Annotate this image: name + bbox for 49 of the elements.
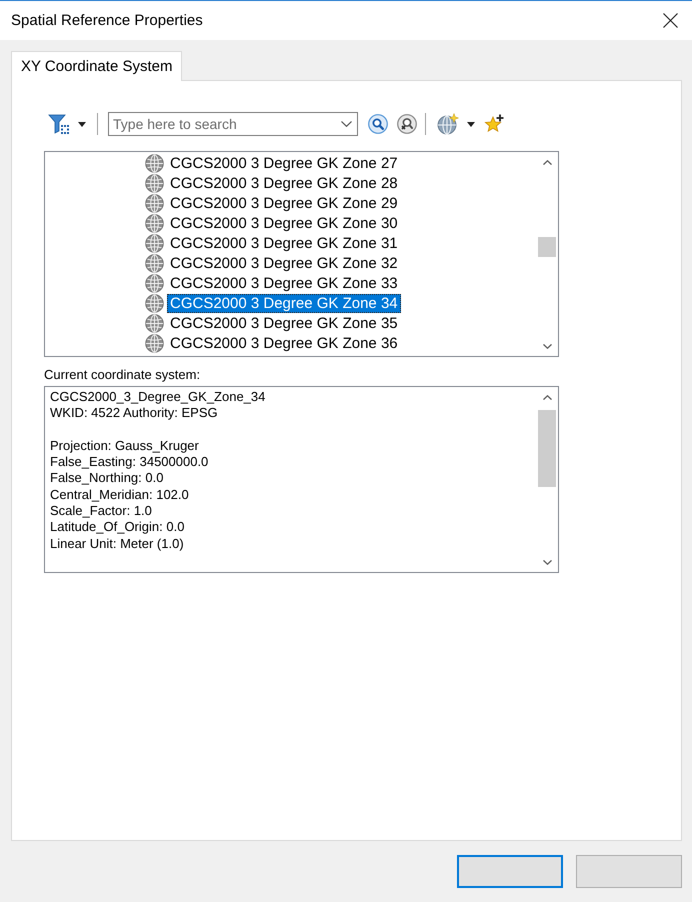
dialog-button[interactable] — [457, 855, 563, 888]
globe-icon[interactable] — [437, 113, 459, 135]
tab[interactable]: XY Coordinate System — [11, 51, 182, 81]
list-item[interactable]: CGCS2000 3 Degree GK Zone 27 — [167, 154, 401, 172]
globe-icon — [145, 274, 164, 292]
list-item[interactable]: CGCS2000 3 Degree GK Zone 33 — [167, 274, 401, 292]
list-item[interactable]: CGCS2000 3 Degree GK Zone 30 — [167, 214, 401, 232]
globe-icon — [145, 214, 164, 232]
filter-icon[interactable] — [48, 113, 70, 135]
star-icon[interactable] — [484, 114, 504, 134]
window-title: Spatial Reference Properties — [11, 12, 203, 29]
caret-icon[interactable] — [78, 122, 86, 126]
details-line: False_Easting: 34500000.0 — [50, 454, 208, 470]
details-line: WKID: 4522 Authority: EPSG — [50, 405, 218, 422]
globe-icon — [145, 154, 164, 172]
details-line: False_Northing: 0.0 — [50, 470, 164, 487]
details-line: Linear Unit: Meter (1.0) — [50, 536, 184, 552]
chevron-down-icon[interactable] — [341, 121, 352, 127]
scroll-thumb[interactable] — [538, 237, 556, 257]
section-label: Current coordinate system: — [44, 367, 200, 383]
scroll-thumb[interactable] — [538, 410, 556, 487]
caret-icon[interactable] — [467, 122, 475, 126]
globe-icon — [145, 294, 164, 312]
globe-icon — [145, 334, 164, 352]
details-line: Scale_Factor: 1.0 — [50, 503, 152, 520]
globe-icon — [145, 254, 164, 272]
details-line: CGCS2000_3_Degree_GK_Zone_34 — [50, 389, 266, 406]
search-icon[interactable] — [368, 114, 388, 134]
chevron-up-icon[interactable] — [542, 160, 552, 164]
chevron-up-icon[interactable] — [542, 394, 552, 400]
chevron-down-icon[interactable] — [542, 344, 552, 348]
details-line: Central_Meridian: 102.0 — [50, 486, 189, 504]
globe-icon — [145, 234, 164, 252]
search-field[interactable]: Type here to search — [108, 112, 358, 136]
list-item[interactable]: CGCS2000 3 Degree GK Zone 34 — [167, 294, 401, 312]
list-item[interactable]: CGCS2000 3 Degree GK Zone 28 — [167, 174, 401, 192]
close-icon[interactable] — [663, 13, 678, 28]
clear-search-icon[interactable] — [397, 114, 417, 134]
chevron-down-icon[interactable] — [542, 560, 552, 564]
globe-icon — [145, 174, 164, 192]
globe-icon — [145, 314, 164, 332]
list-item[interactable]: CGCS2000 3 Degree GK Zone 29 — [167, 194, 401, 212]
list-item[interactable]: CGCS2000 3 Degree GK Zone 31 — [167, 234, 401, 252]
details-line: Latitude_Of_Origin: 0.0 — [50, 519, 184, 536]
list-item[interactable]: CGCS2000 3 Degree GK Zone 35 — [167, 314, 401, 332]
list-item[interactable]: CGCS2000 3 Degree GK Zone 36 — [167, 334, 401, 352]
globe-icon — [145, 194, 164, 212]
details-line: Projection: Gauss_Kruger — [50, 438, 199, 454]
list-item[interactable]: CGCS2000 3 Degree GK Zone 32 — [167, 254, 401, 272]
